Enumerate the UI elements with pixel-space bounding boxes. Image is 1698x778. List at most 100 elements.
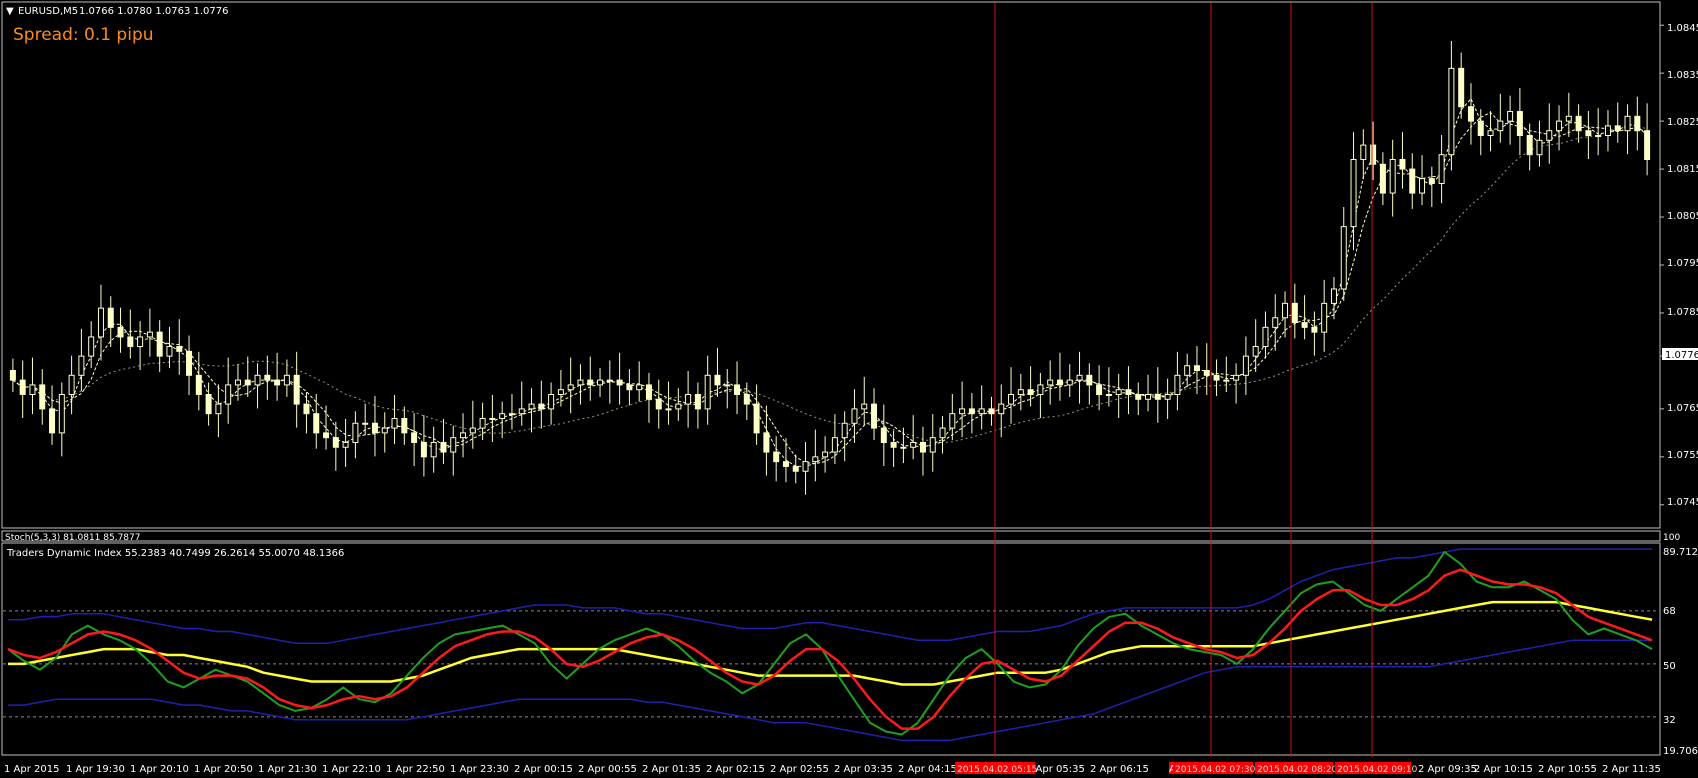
candle-body (1644, 130, 1651, 160)
candle-body (1311, 326, 1318, 333)
candle-body (959, 408, 966, 415)
time-label: 1 Apr 20:10 (130, 764, 189, 775)
candle-body (636, 384, 643, 391)
candle-body (1047, 379, 1054, 386)
candle-body (1076, 374, 1083, 381)
candle-body (968, 408, 975, 415)
candle-body (978, 408, 985, 415)
time-label: 2 Apr 06:15 (1090, 764, 1149, 775)
candle-body (773, 451, 780, 463)
candle-body (78, 355, 85, 376)
candle-body (606, 379, 613, 382)
candle-body (1467, 106, 1474, 122)
candle-body (1389, 158, 1396, 194)
candle-body (293, 374, 300, 405)
candle-body (381, 427, 388, 434)
candle-body (616, 379, 623, 386)
candle-body (675, 403, 682, 410)
candle-body (323, 432, 330, 439)
candle-body (1487, 130, 1494, 137)
tdi-axis-label: 19.7063 (1663, 746, 1698, 757)
symbol-label: EURUSD,M5 (18, 6, 78, 17)
price-axis: 1.0845 1.0835 1.0825 1.0815 1.0805 1.079… (1662, 23, 1698, 508)
candle-body (479, 417, 486, 429)
time-label: 2 Apr 00:15 (514, 764, 573, 775)
collapse-arrow-icon[interactable]: ▼ (6, 6, 14, 17)
candle-body (753, 403, 760, 434)
candle-body (685, 394, 692, 405)
time-badge-text: 2015.04.02 08:20 (1257, 765, 1338, 775)
candle-body (812, 456, 819, 463)
tdi-axis-label: 68 (1663, 606, 1676, 617)
candle-body (694, 394, 701, 410)
candle-body (430, 441, 437, 458)
candle-body (1536, 139, 1543, 156)
candle-body (1516, 111, 1523, 136)
candle-body (587, 379, 594, 386)
candle-body (460, 432, 467, 439)
tdi-upper-band (8, 548, 1652, 645)
candle-body (919, 441, 926, 453)
candle-body (548, 394, 555, 410)
candle-body (362, 422, 369, 425)
candle-body (352, 422, 359, 443)
candle-body (1252, 346, 1259, 357)
price-label: 1.0805 (1667, 211, 1698, 222)
candle-body (1184, 365, 1191, 376)
price-label: 1.0765 (1667, 403, 1698, 414)
candle-body (499, 413, 506, 419)
candle-body (49, 408, 56, 434)
candle-body (1086, 374, 1093, 386)
candle-body (1037, 384, 1044, 396)
candle-body (626, 384, 633, 391)
candle-body (1096, 384, 1103, 396)
candle-body (841, 422, 848, 439)
candle-body (1193, 365, 1200, 372)
stoch-axis-value: 100 (1663, 533, 1680, 543)
tdi-axis-label: 32 (1663, 715, 1676, 726)
candle-body (1497, 120, 1504, 132)
candle-body (332, 437, 339, 448)
candle-body (1213, 374, 1220, 381)
candle-body (704, 374, 711, 410)
candle-body (29, 384, 36, 396)
candle-body (1203, 370, 1210, 376)
price-label: 1.0755 (1667, 450, 1698, 461)
time-label: 2 Apr 10:55 (1538, 764, 1597, 775)
candle-body (401, 417, 408, 434)
trading-chart[interactable]: ▼ EURUSD,M5 1.0766 1.0780 1.0763 1.0776 … (0, 0, 1698, 778)
candle-body (1546, 130, 1553, 141)
candle-body (1272, 317, 1279, 328)
candle-body (822, 451, 829, 458)
candle-body (156, 331, 163, 357)
candle-body (597, 379, 604, 386)
candle-body (274, 379, 281, 386)
candle-body (1027, 389, 1034, 396)
ohlc-label: 1.0766 1.0780 1.0763 1.0776 (79, 6, 229, 17)
candle-body (411, 432, 418, 443)
candle-body (1350, 158, 1357, 228)
price-label: 1.0845 (1667, 23, 1698, 34)
candle-body (802, 461, 809, 472)
candle-body (440, 441, 447, 453)
candle-body (1575, 115, 1582, 132)
time-badge-text: 2015.04.02 07:30 (1175, 765, 1256, 775)
time-label: 2 Apr 01:35 (642, 764, 701, 775)
candle-body (871, 403, 878, 429)
time-label: 1 Apr 23:30 (450, 764, 509, 775)
candle-body (205, 394, 212, 415)
price-label: 1.0835 (1667, 70, 1698, 81)
candle-body (831, 437, 838, 453)
candle-body (1115, 389, 1122, 396)
candle-body (371, 422, 378, 434)
candle-body (665, 408, 672, 411)
candle-body (186, 350, 193, 376)
tdi-axis: 89.7123 68 50 32 19.7063 (1663, 547, 1698, 757)
candle-body (9, 370, 16, 381)
candle-body (1399, 158, 1406, 170)
time-label: 2 Apr 11:35 (1602, 764, 1661, 775)
time-axis: 1 Apr 2015 1 Apr 19:30 1 Apr 20:10 1 Apr… (4, 762, 1661, 775)
candle-body (1448, 67, 1455, 156)
candle-body (1634, 115, 1641, 132)
candle-body (264, 374, 271, 381)
